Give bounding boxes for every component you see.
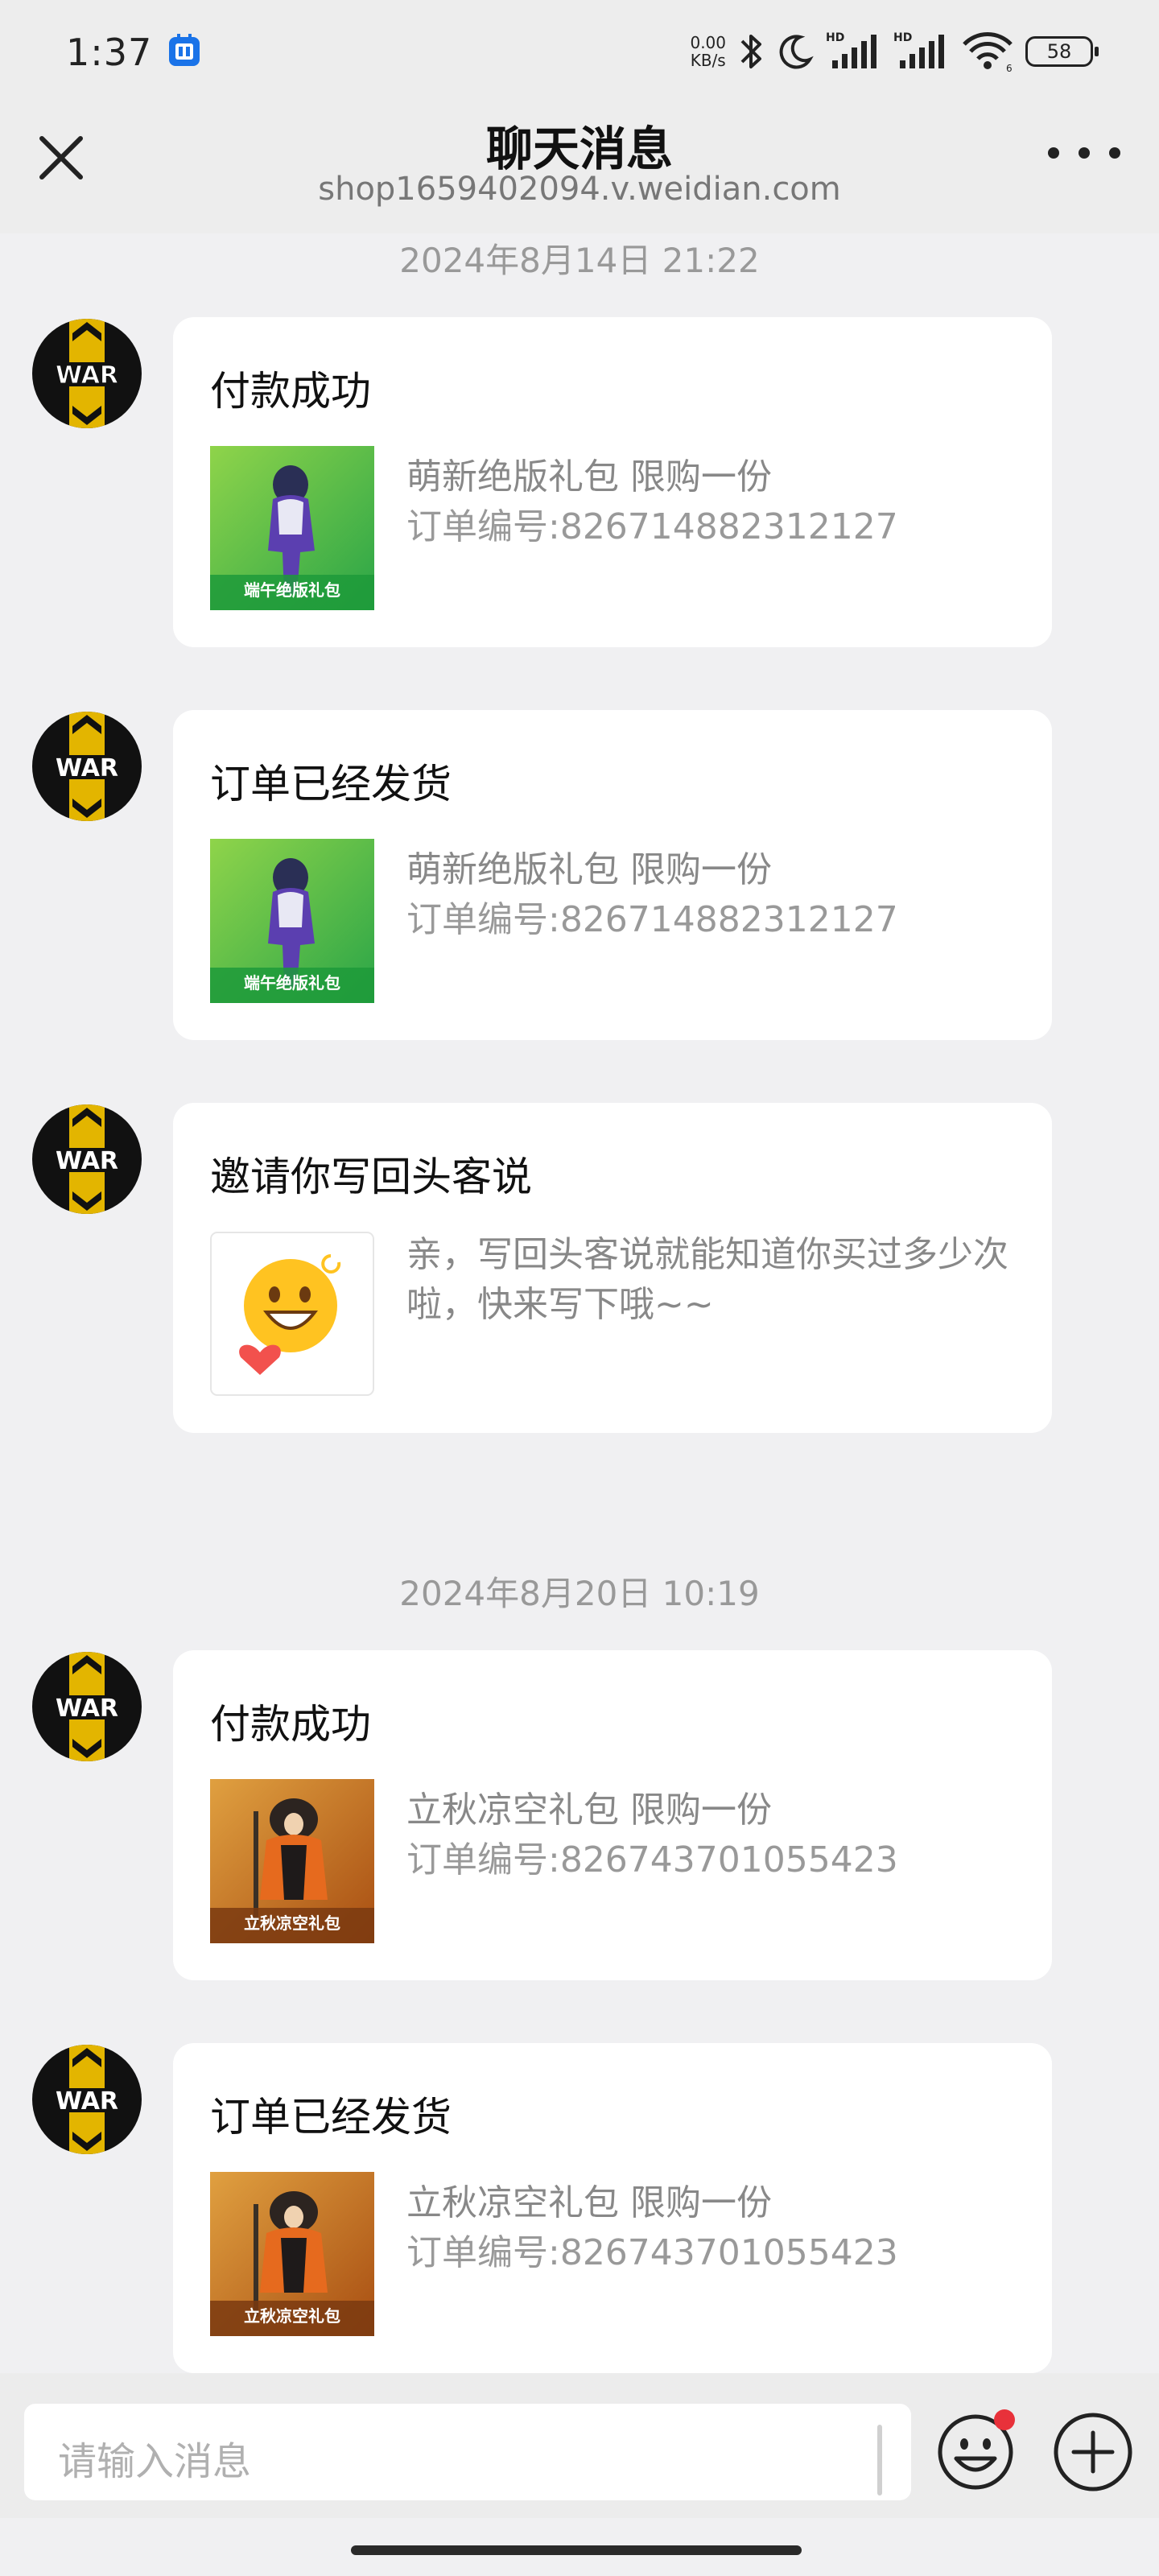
card-title: 订单已经发货 [210,761,452,807]
product-name: 立秋凉空礼包 限购一份 [406,2182,772,2223]
status-bar: 1:37 0.00 KB/s HD HD 6 58 [0,0,1159,105]
shop-avatar[interactable]: WAR [31,317,143,430]
review-invite-card[interactable]: 邀请你写回头客说 亲，写回头客说就能知道你买过多少次啦，快来写下哦~~ [173,1103,1052,1433]
page-subtitle: shop1659402094.v.weidian.com [318,171,841,208]
card-title: 订单已经发货 [210,2094,452,2140]
card-title: 邀请你写回头客说 [210,1154,532,1200]
product-thumbnail: 端午绝版礼包 [210,839,374,1003]
do-not-disturb-moon-icon [779,35,814,69]
svg-text:HD: HD [893,31,912,44]
input-bar: 请输入消息 [0,2373,1159,2518]
product-name: 立秋凉空礼包 限购一份 [406,1790,772,1831]
app-notification-icon [169,34,200,66]
product-name: 萌新绝版礼包 限购一份 [406,456,772,497]
more-dots-icon[interactable] [1048,137,1120,169]
svg-text:WAR: WAR [56,1147,118,1175]
smile-icon [210,1232,374,1396]
input-caret [877,2425,882,2496]
status-icons: 0.00 KB/s HD HD 6 58 [690,27,1099,76]
order-number: 订单编号:826714882312127 [406,899,898,940]
battery-icon: 58 [1025,36,1099,67]
shop-avatar[interactable]: WAR [31,2043,143,2156]
invite-text: 亲，写回头客说就能知道你买过多少次啦，快来写下哦~~ [406,1234,1008,1325]
order-number: 订单编号:826714882312127 [406,506,898,547]
shop-avatar[interactable]: WAR [31,1103,143,1216]
add-plus-icon[interactable] [1050,2407,1136,2494]
order-card[interactable]: 付款成功 立秋凉空礼包 立秋凉空礼包 限购一份 订单编号:82674370105… [173,1650,1052,1980]
message-input-placeholder: 请输入消息 [58,2439,252,2484]
product-thumbnail: 立秋凉空礼包 [210,1779,374,1943]
hd-signal-icon: HD [826,31,876,68]
page-title: 聊天消息 [485,122,673,176]
hd-signal-icon: HD [893,31,944,68]
svg-text:立秋凉空礼包: 立秋凉空礼包 [244,1913,340,1933]
order-number: 订单编号:826743701055423 [406,2232,898,2273]
svg-text:立秋凉空礼包: 立秋凉空礼包 [244,2306,340,2326]
order-card[interactable]: 订单已经发货 立秋凉空礼包 立秋凉空礼包 限购一份 订单编号:826743701… [173,2043,1052,2373]
home-indicator[interactable] [351,2545,802,2555]
card-title: 付款成功 [210,1701,371,1748]
wifi-icon: 6 [963,32,1013,73]
product-thumbnail: 端午绝版礼包 [210,446,374,610]
svg-text:HD: HD [826,31,844,44]
svg-text:端午绝版礼包: 端午绝版礼包 [244,580,340,600]
message-timestamp: 2024年8月20日 10:19 [399,1574,760,1613]
svg-text:6: 6 [1006,63,1013,73]
order-card[interactable]: 付款成功 端午绝版礼包 萌新绝版礼包 限购一份 订单编号:82671488231… [173,317,1052,647]
svg-text:WAR: WAR [56,2087,118,2116]
message-timestamp: 2024年8月14日 21:22 [399,241,760,280]
emoji-icon[interactable] [934,2407,1021,2494]
network-speed: 0.00 KB/s [690,33,726,70]
shop-avatar[interactable]: WAR [31,1650,143,1763]
status-time: 1:37 [66,31,153,74]
order-card[interactable]: 订单已经发货 端午绝版礼包 萌新绝版礼包 限购一份 订单编号:826714882… [173,710,1052,1040]
svg-text:WAR: WAR [56,754,118,782]
chat-header: 聊天消息 shop1659402094.v.weidian.com [0,105,1159,233]
product-name: 萌新绝版礼包 限购一份 [406,849,772,890]
message-input[interactable]: 请输入消息 [24,2404,911,2500]
svg-text:WAR: WAR [56,361,118,390]
svg-text:端午绝版礼包: 端午绝版礼包 [244,973,340,993]
product-thumbnail: 立秋凉空礼包 [210,2172,374,2336]
svg-text:WAR: WAR [56,1695,118,1723]
shop-avatar[interactable]: WAR [31,710,143,823]
bluetooth-icon [740,35,761,68]
card-title: 付款成功 [210,368,371,415]
order-number: 订单编号:826743701055423 [406,1839,898,1880]
